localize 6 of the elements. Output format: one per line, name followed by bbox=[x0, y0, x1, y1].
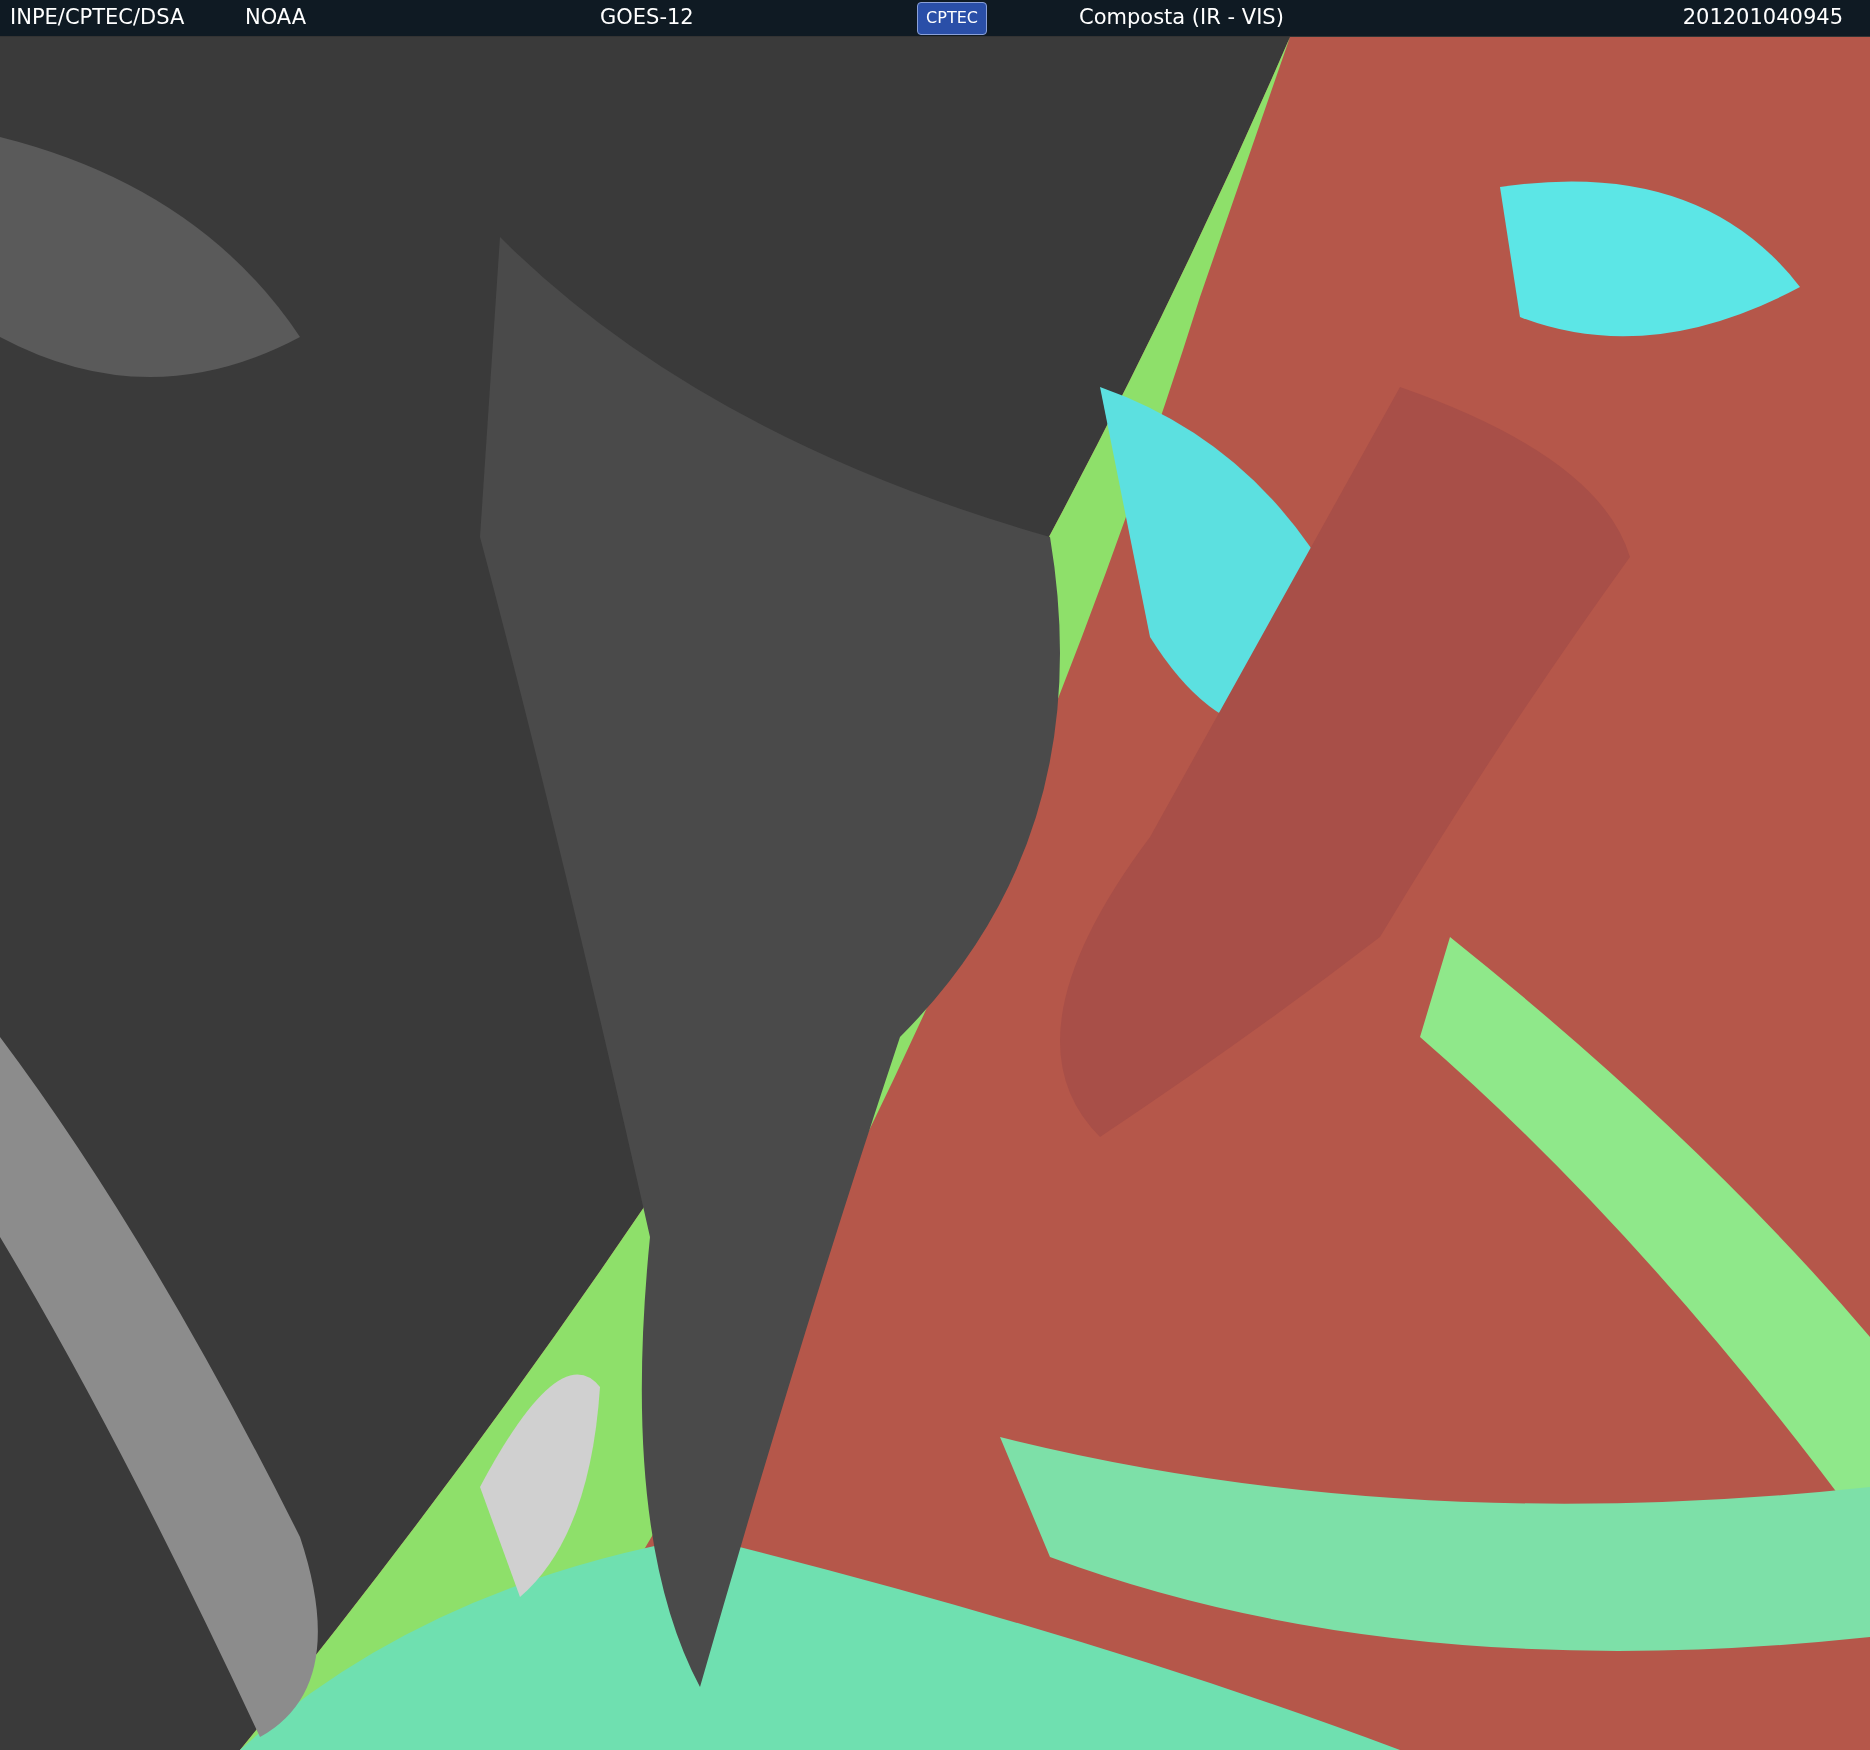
satellite-label: GOES-12 bbox=[600, 4, 695, 32]
source-label: INPE/CPTEC/DSA bbox=[10, 4, 186, 32]
agency-label: NOAA bbox=[245, 4, 308, 32]
product-label: Composta (IR - VIS) bbox=[1079, 4, 1284, 32]
timestamp-label: 201201040945 bbox=[1682, 4, 1843, 32]
logo: CPTEC bbox=[917, 1, 987, 35]
